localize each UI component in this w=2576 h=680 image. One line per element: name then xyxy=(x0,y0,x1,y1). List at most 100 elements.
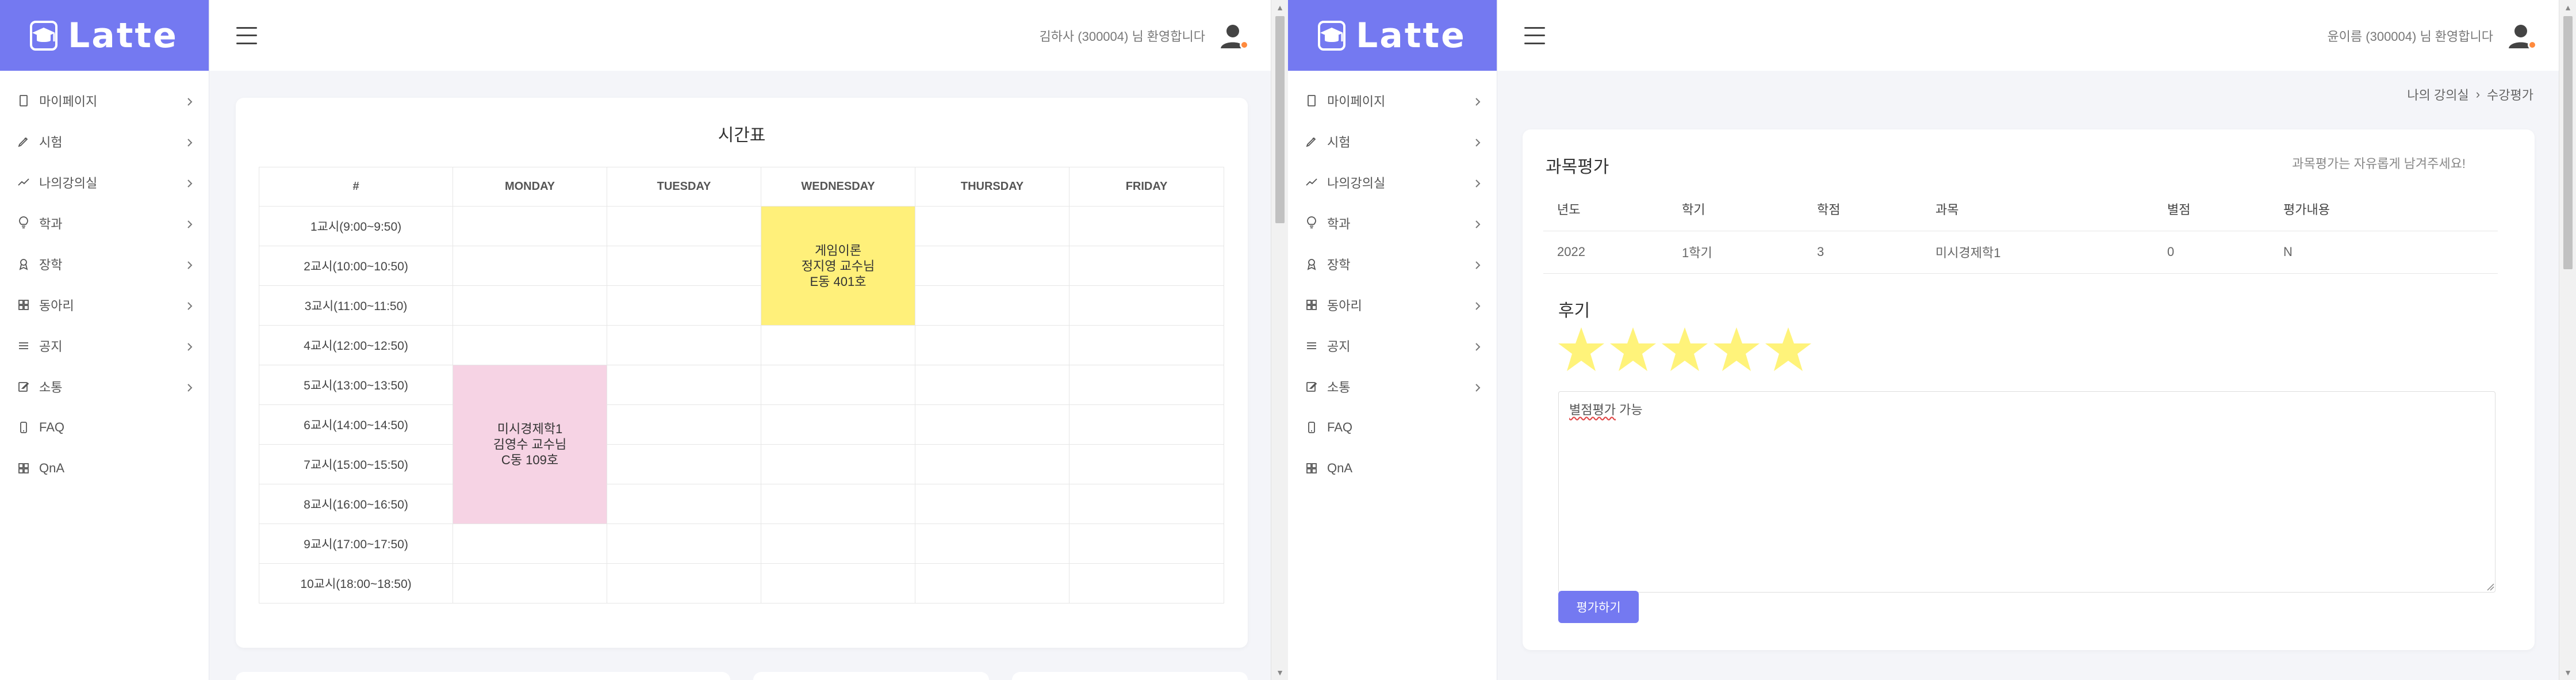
trend-line-icon xyxy=(1304,175,1319,190)
empty-cell xyxy=(607,285,761,326)
star-icon[interactable] xyxy=(1609,325,1657,373)
avatar[interactable] xyxy=(1218,21,1249,51)
sidebar-item-label: 공지 xyxy=(39,339,63,354)
edit-icon xyxy=(1304,379,1319,394)
timetable: # MONDAY TUESDAY WEDNESDAY THURSDAY FRIDAY 1교… xyxy=(259,167,1224,603)
scroll-down-arrow-icon[interactable]: ▼ xyxy=(1271,665,1288,680)
empty-cell xyxy=(915,246,1070,286)
empty-cell xyxy=(607,563,761,603)
phone-icon xyxy=(1304,420,1319,435)
sidebar-item-2[interactable]: 시험 xyxy=(1288,121,1497,162)
scroll-up-arrow-icon[interactable]: ▲ xyxy=(2559,0,2576,15)
sidebar-item-10[interactable]: QnA xyxy=(0,448,209,488)
hamburger-menu-icon[interactable] xyxy=(236,26,257,44)
timetable-window: Latte 마이페이지 시험 나의강의실 학과 장학 동아리 공지 소통 FAQ QnA 김하사 … xyxy=(0,0,1288,680)
empty-cell xyxy=(1069,444,1224,484)
sidebar-item-3[interactable]: 나의강의실 xyxy=(0,162,209,203)
sidebar-item-4[interactable]: 학과 xyxy=(0,203,209,243)
column-header: 년도 xyxy=(1543,187,1668,231)
sidebar-item-5[interactable]: 장학 xyxy=(0,243,209,284)
empty-cell xyxy=(1069,365,1224,405)
hamburger-menu-icon[interactable] xyxy=(1524,26,1545,44)
sidebar-item-label: FAQ xyxy=(39,419,65,434)
table-row: 4교시(12:00~12:50) xyxy=(259,325,1224,365)
sidebar-item-8[interactable]: 소통 xyxy=(1288,366,1497,407)
column-header: WEDNESDAY xyxy=(761,167,915,207)
sidebar-item-label: 시험 xyxy=(39,135,63,150)
period-label: 9교시(17:00~17:50) xyxy=(259,524,453,564)
sidebar-item-1[interactable]: 마이페이지 xyxy=(1288,80,1497,121)
period-label: 3교시(11:00~11:50) xyxy=(259,285,453,326)
scroll-thumb[interactable] xyxy=(2563,16,2573,269)
timetable-title: 시간표 xyxy=(718,126,766,145)
sidebar-item-10[interactable]: QnA xyxy=(1288,448,1497,488)
table-row: 9교시(17:00~17:50) xyxy=(259,524,1224,564)
empty-cell xyxy=(607,246,761,286)
scrollbar[interactable]: ▲ ▼ xyxy=(2559,0,2576,680)
sidebar-item-6[interactable]: 동아리 xyxy=(0,284,209,325)
period-label: 6교시(14:00~14:50) xyxy=(259,404,453,445)
star-icon[interactable] xyxy=(1764,325,1812,373)
sidebar-item-5[interactable]: 장학 xyxy=(1288,243,1497,284)
sidebar-item-7[interactable]: 공지 xyxy=(1288,325,1497,366)
scroll-thumb[interactable] xyxy=(1275,16,1285,223)
logo[interactable]: Latte xyxy=(1288,0,1497,71)
empty-cell xyxy=(1069,285,1224,326)
pencil-icon xyxy=(16,134,31,149)
empty-cell xyxy=(915,206,1070,246)
table-row: 5교시(13:00~13:50) 미시경제학1 김영수 교수님 C동 109호 xyxy=(259,365,1224,524)
empty-cell xyxy=(915,563,1070,603)
list-icon xyxy=(16,338,31,353)
status-dot xyxy=(1240,40,1249,49)
logo[interactable]: Latte xyxy=(0,0,209,71)
star-icon[interactable] xyxy=(1557,325,1605,373)
empty-cell xyxy=(761,404,915,445)
sidebar-item-6[interactable]: 동아리 xyxy=(1288,284,1497,325)
column-header: 평가내용 xyxy=(2270,187,2498,231)
resize-grip-icon[interactable] xyxy=(2486,583,2494,591)
topbar: 윤이름 (300004) 님 환영합니다 xyxy=(1498,0,2559,71)
scroll-down-arrow-icon[interactable]: ▼ xyxy=(2559,665,2576,680)
lecture-cell-wednesday[interactable]: 게임이론 정지영 교수님 E동 401호 xyxy=(761,206,915,326)
sidebar-item-2[interactable]: 시험 xyxy=(0,121,209,162)
sidebar-item-3[interactable]: 나의강의실 xyxy=(1288,162,1497,203)
column-header: MONDAY xyxy=(453,167,607,207)
submit-evaluation-button[interactable]: 평가하기 xyxy=(1558,591,1639,623)
empty-cell xyxy=(915,444,1070,484)
table-row: 1교시(9:00~9:50) 게임이론 정지영 교수님 E동 401호 xyxy=(259,206,1224,326)
star-icon[interactable] xyxy=(1661,325,1709,373)
column-header: 과목 xyxy=(1922,187,2153,231)
scrollbar[interactable]: ▲ ▼ xyxy=(1271,0,1288,680)
star-rating[interactable] xyxy=(1557,325,1812,373)
review-textarea[interactable]: 별점평가 가능 xyxy=(1558,391,2496,593)
period-label: 7교시(15:00~15:50) xyxy=(259,444,453,484)
column-header: # xyxy=(259,167,453,207)
chevron-right-icon xyxy=(1473,341,1483,351)
review-text: 가능 xyxy=(1615,403,1643,417)
sidebar-item-9[interactable]: FAQ xyxy=(1288,407,1497,448)
empty-cell xyxy=(761,365,915,405)
star-icon[interactable] xyxy=(1712,325,1761,373)
breadcrumb-item-my-lecture[interactable]: 나의 강의실 xyxy=(2407,85,2468,104)
sidebar-item-8[interactable]: 소통 xyxy=(0,366,209,407)
avatar[interactable] xyxy=(2506,21,2537,51)
sidebar-item-label: 나의강의실 xyxy=(1327,175,1386,190)
lecture-cell-monday[interactable]: 미시경제학1 김영수 교수님 C동 109호 xyxy=(453,365,607,524)
list-icon xyxy=(1304,338,1319,353)
sidebar-item-label: 동아리 xyxy=(39,298,74,313)
empty-cell xyxy=(607,524,761,564)
scroll-up-arrow-icon[interactable]: ▲ xyxy=(1271,0,1288,15)
phone-icon xyxy=(16,420,31,435)
table-row: 10교시(18:00~18:50) xyxy=(259,563,1224,603)
sidebar-item-4[interactable]: 학과 xyxy=(1288,203,1497,243)
sidebar-item-1[interactable]: 마이페이지 xyxy=(0,80,209,121)
pencil-icon xyxy=(1304,134,1319,149)
sidebar-item-9[interactable]: FAQ xyxy=(0,407,209,448)
trend-line-icon xyxy=(16,175,31,190)
chevron-right-icon xyxy=(1473,136,1483,147)
chevron-right-icon xyxy=(185,341,195,351)
sidebar-item-7[interactable]: 공지 xyxy=(0,325,209,366)
empty-cell xyxy=(915,285,1070,326)
table-row: 6교시(14:00~14:50) xyxy=(259,404,1224,445)
empty-cell xyxy=(1069,246,1224,286)
